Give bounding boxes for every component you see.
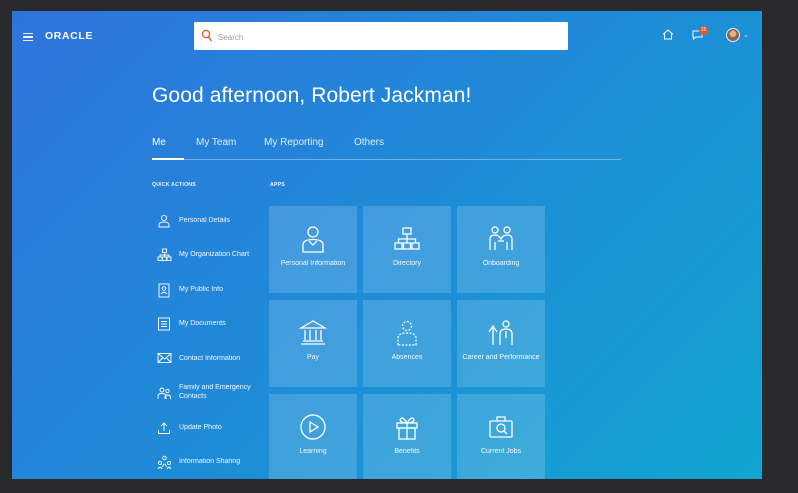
app-tile-onboarding[interactable]: Onboarding <box>457 206 545 293</box>
envelope-icon <box>157 353 172 363</box>
quick-action-org-chart[interactable]: My Organization Chart <box>157 248 272 274</box>
briefcase-search-icon <box>489 416 513 438</box>
app-tile-personal-information[interactable]: Personal Information <box>269 206 357 293</box>
person-icon <box>302 226 324 253</box>
person-icon <box>158 214 170 228</box>
quick-action-personal-details[interactable]: Personal Details <box>157 214 272 240</box>
tab-my-reporting[interactable]: My Reporting <box>264 137 323 148</box>
bank-icon <box>298 320 328 345</box>
greeting-title: Good afternoon, Robert Jackman! <box>152 84 472 107</box>
quick-action-documents[interactable]: My Documents <box>157 317 272 343</box>
quick-action-info-sharing[interactable]: Information Sharing <box>157 455 272 479</box>
app-tile-benefits[interactable]: Benefits <box>363 394 451 479</box>
app-tile-learning[interactable]: Learning <box>269 394 357 479</box>
quick-actions-heading: QUICK ACTIONS <box>152 182 196 188</box>
chevron-down-icon[interactable]: ⌄ <box>743 31 749 39</box>
app-tile-absences[interactable]: Absences <box>363 300 451 387</box>
absence-icon <box>397 320 417 346</box>
directory-icon <box>394 227 420 250</box>
app-tile-career-performance[interactable]: Career and Performance <box>457 300 545 387</box>
family-icon <box>157 387 171 399</box>
tab-bar: Me My Team My Reporting Others <box>152 137 621 160</box>
search-bar[interactable] <box>194 22 568 52</box>
quick-action-public-info[interactable]: My Public Info <box>157 283 272 309</box>
org-chart-icon <box>157 248 172 261</box>
app-tile-current-jobs[interactable]: Current Jobs <box>457 394 545 479</box>
sharing-icon <box>157 455 172 470</box>
tab-me[interactable]: Me <box>152 137 166 148</box>
play-icon <box>300 414 326 440</box>
app-tile-pay[interactable]: Pay <box>269 300 357 387</box>
quick-action-update-photo[interactable]: Update Photo <box>157 421 272 447</box>
app-window: ORACLE 15 ⌄ Good afternoon, Robert Jackm… <box>12 11 762 479</box>
tab-others[interactable]: Others <box>354 137 384 148</box>
active-tab-indicator <box>152 158 184 160</box>
career-icon <box>488 320 513 345</box>
documents-icon <box>158 317 170 331</box>
home-icon[interactable] <box>662 29 674 40</box>
onboarding-icon <box>489 226 513 250</box>
apps-heading: APPS <box>270 182 285 188</box>
oracle-logo[interactable]: ORACLE <box>45 30 93 42</box>
notification-badge: 15 <box>699 26 708 35</box>
hamburger-menu-icon[interactable] <box>23 33 33 42</box>
search-icon <box>201 29 212 42</box>
gift-icon <box>396 417 418 440</box>
id-card-icon <box>158 283 170 298</box>
quick-action-family-contacts[interactable]: Family and Emergency Contacts <box>157 381 272 407</box>
upload-photo-icon <box>158 422 170 434</box>
avatar[interactable] <box>726 28 740 42</box>
quick-action-contact-info[interactable]: Contact Information <box>157 352 272 378</box>
tab-my-team[interactable]: My Team <box>196 137 236 148</box>
app-tile-directory[interactable]: Directory <box>363 206 451 293</box>
search-input[interactable] <box>216 22 560 52</box>
